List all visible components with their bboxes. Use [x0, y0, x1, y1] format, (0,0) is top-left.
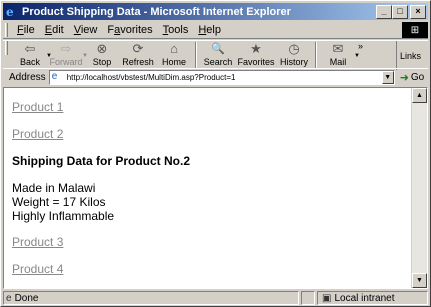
scroll-up-button[interactable]: ▲	[412, 88, 427, 103]
security-zone: ▣ Local intranet	[317, 291, 428, 305]
menu-favorites[interactable]: Favorites	[102, 24, 157, 36]
history-icon: ◷	[288, 41, 300, 56]
window-controls: _ □ ×	[376, 5, 426, 19]
status-progress-pane	[301, 291, 315, 305]
refresh-button[interactable]: ⟳ Refresh	[120, 41, 156, 70]
links-label: Links	[400, 50, 422, 61]
back-arrow-icon: ⇦	[24, 41, 36, 56]
menu-grip[interactable]	[5, 22, 8, 37]
links-toolbar[interactable]: Links	[396, 41, 428, 70]
search-button[interactable]: 🔍 Search	[200, 41, 236, 70]
detail-origin: Made in Malawi	[12, 181, 96, 195]
menu-file[interactable]: File	[12, 24, 40, 36]
address-url[interactable]: http://localhost/vbstest/MultiDim.asp?Pr…	[67, 73, 382, 82]
intranet-zone-icon: ▣	[322, 292, 332, 304]
toolbar-grip[interactable]	[5, 41, 8, 55]
minimize-button[interactable]: _	[376, 5, 392, 19]
mail-icon: ✉	[332, 41, 344, 56]
status-bar: e Done ▣ Local intranet	[3, 290, 428, 306]
address-bar: Address e http://localhost/vbstest/Multi…	[3, 68, 428, 85]
menu-edit[interactable]: Edit	[40, 24, 69, 36]
toolbar-separator	[195, 42, 197, 68]
favorites-button[interactable]: ★ Favorites	[236, 41, 276, 70]
go-button[interactable]: ➜ Go	[400, 71, 425, 84]
status-page-icon: e	[6, 292, 12, 304]
document-body: Product 1 Product 2 Shipping Data for Pr…	[12, 98, 412, 276]
stop-icon: ⊗	[96, 41, 108, 56]
address-field[interactable]: e http://localhost/vbstest/MultiDim.asp?…	[48, 69, 395, 85]
home-icon: ⌂	[170, 41, 178, 56]
forward-button[interactable]: ⇨ Forward ▼	[48, 41, 88, 70]
title-bar[interactable]: e Product Shipping Data - Microsoft Inte…	[3, 3, 428, 20]
stop-button[interactable]: ⊗ Stop	[84, 41, 120, 70]
detail-weight: Weight = 17 Kilos	[12, 195, 106, 209]
maximize-button[interactable]: □	[392, 5, 408, 19]
windows-logo-icon: ⊞	[402, 22, 428, 38]
shipping-details: Made in Malawi Weight = 17 Kilos Highly …	[12, 181, 412, 223]
product-link-2[interactable]: Product 2	[12, 127, 412, 141]
forward-arrow-icon: ⇨	[60, 41, 72, 56]
toolbar-overflow-chevron[interactable]: »	[358, 41, 363, 51]
vertical-scrollbar[interactable]: ▲ ▼	[411, 88, 427, 288]
close-button[interactable]: ×	[410, 5, 426, 19]
shipping-heading: Shipping Data for Product No.2	[12, 154, 191, 168]
ie-page-icon: e	[6, 4, 14, 19]
status-message: e Done	[3, 291, 299, 305]
window-title: Product Shipping Data - Microsoft Intern…	[22, 5, 291, 18]
product-link-4[interactable]: Product 4	[12, 262, 412, 276]
product-link-1[interactable]: Product 1	[12, 100, 412, 114]
page-content: Product 1 Product 2 Shipping Data for Pr…	[3, 87, 428, 289]
browser-window: e Product Shipping Data - Microsoft Inte…	[0, 0, 431, 307]
home-button[interactable]: ⌂ Home	[156, 41, 192, 70]
refresh-icon: ⟳	[132, 41, 144, 56]
history-button[interactable]: ◷ History	[276, 41, 312, 70]
page-icon: e	[51, 71, 58, 82]
go-arrow-icon: ➜	[399, 71, 409, 84]
address-label: Address	[9, 71, 46, 83]
address-dropdown-button[interactable]: ▼	[381, 70, 394, 84]
menu-view[interactable]: View	[69, 24, 103, 36]
back-button[interactable]: ⇦ Back ▼	[12, 41, 52, 70]
menu-bar: File Edit View Favorites Tools Help ⊞	[3, 21, 428, 39]
detail-hazard: Highly Inflammable	[12, 209, 115, 223]
favorites-icon: ★	[250, 41, 262, 56]
menu-help[interactable]: Help	[193, 24, 226, 36]
mail-dropdown-icon[interactable]: ▼	[354, 53, 360, 59]
scroll-down-button[interactable]: ▼	[412, 273, 427, 288]
search-icon: 🔍	[211, 43, 225, 55]
mail-button[interactable]: ✉ Mail ▼	[320, 41, 360, 70]
toolbar-separator	[315, 42, 317, 68]
standard-toolbar: ⇦ Back ▼ ⇨ Forward ▼ ⊗ Stop ⟳ Refresh ⌂ …	[3, 40, 428, 70]
menu-tools[interactable]: Tools	[158, 24, 194, 36]
product-link-3[interactable]: Product 3	[12, 235, 412, 249]
